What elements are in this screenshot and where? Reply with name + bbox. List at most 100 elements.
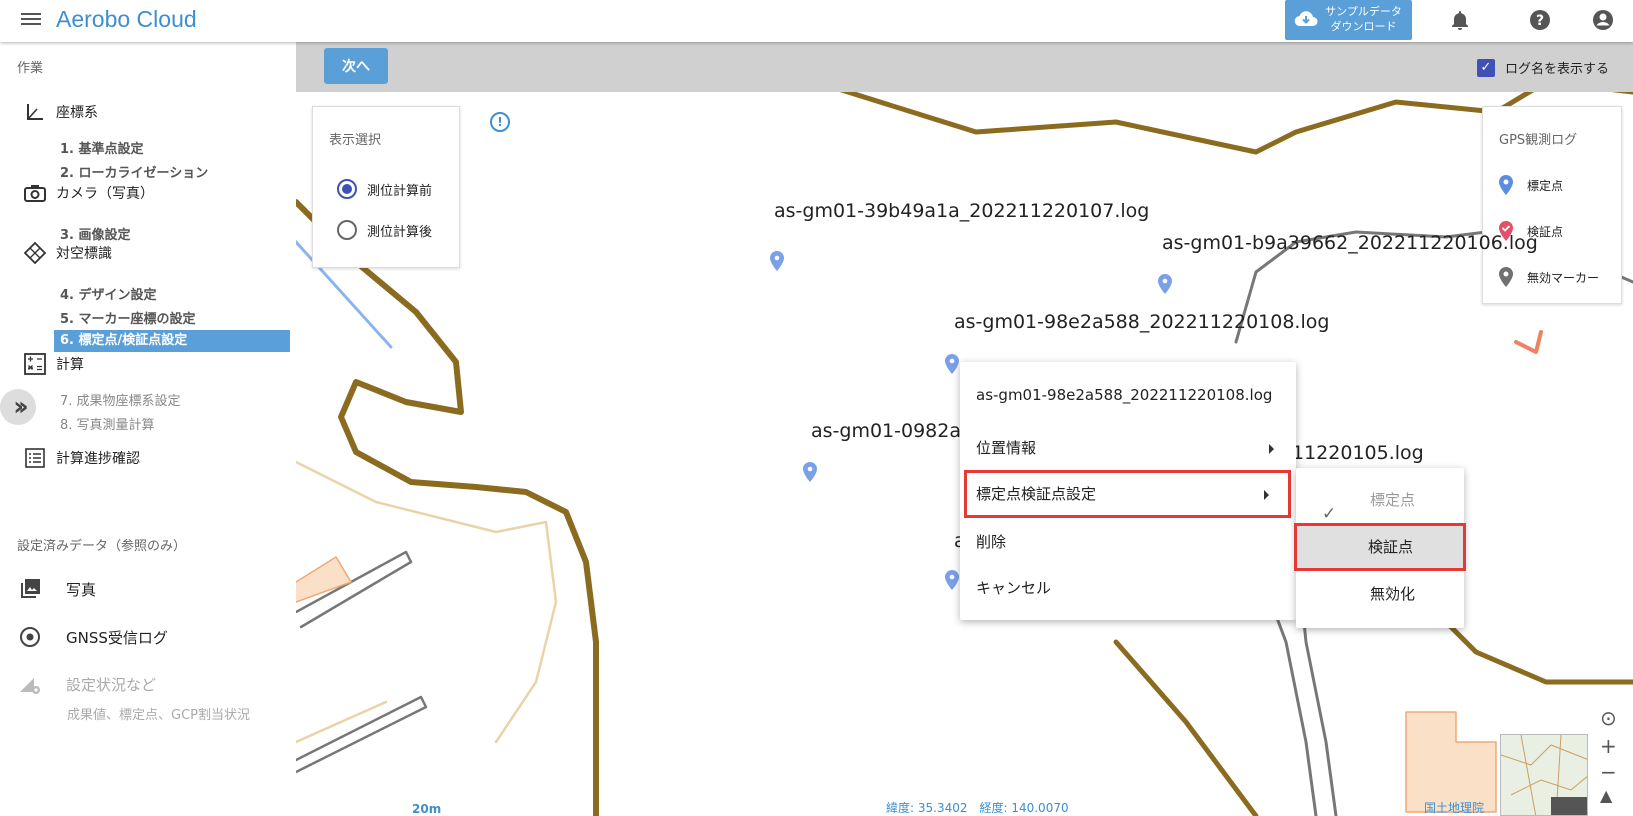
photo-icon — [21, 579, 40, 598]
submenu-label: 無効化 — [1370, 585, 1416, 603]
radio-selected-icon[interactable] — [337, 179, 357, 199]
zoom-out-icon[interactable]: − — [1600, 760, 1617, 784]
download-label-1: サンプルデータ — [1325, 5, 1402, 18]
calculator-icon — [24, 353, 46, 375]
cloud-download-icon — [1294, 11, 1318, 27]
map-label-log-4: as-gm01-0982ab — [811, 420, 974, 442]
download-label-2: ダウンロード — [1330, 20, 1397, 33]
overview-minimap[interactable] — [1500, 734, 1588, 816]
legend-item-gcp: 標定点 — [1499, 175, 1563, 195]
sidebar-item-marker-coords[interactable]: 5. マーカー座標の設定 — [60, 308, 196, 327]
sidebar-item-photogrammetry-calc[interactable]: 8. 写真測量計算 — [60, 414, 155, 433]
radio-label: 測位計算後 — [367, 224, 433, 240]
next-button[interactable]: 次へ — [324, 48, 388, 84]
checkbox-checked-icon[interactable]: ✓ — [1476, 58, 1495, 77]
submenu-item-gcp[interactable]: ✓ 標定点 — [1296, 476, 1464, 524]
legend-label: 標定点 — [1527, 178, 1564, 193]
group-calculation[interactable]: 計算 — [24, 353, 84, 375]
show-log-names-toggle[interactable]: ✓ ログ名を表示する — [1476, 58, 1609, 77]
sidebar-item-reference-point[interactable]: 1. 基準点設定 — [60, 138, 144, 157]
app-title: Aerobo Cloud — [56, 6, 197, 32]
submenu-label: 検証点 — [1368, 538, 1414, 556]
menu-item-gcp-checkpoint[interactable]: 標定点検証点設定 — [964, 470, 1291, 518]
submenu-label: 標定点 — [1370, 491, 1416, 509]
show-log-names-label: ログ名を表示する — [1504, 62, 1609, 77]
display-select-title: 表示選択 — [329, 133, 382, 148]
scale-bar: 20m — [412, 802, 441, 816]
menu-item-label: 位置情報 — [976, 439, 1037, 457]
group-label: 座標系 — [56, 105, 98, 121]
settings-chart-icon — [20, 678, 40, 694]
radio-before-calc[interactable]: 測位計算前 — [337, 179, 432, 199]
map-label-log-5: 11220105.log — [1292, 442, 1424, 464]
svg-text:?: ? — [1536, 13, 1544, 29]
minimap-image — [1501, 735, 1587, 815]
expand-sidebar-button[interactable]: ›› — [0, 389, 36, 425]
submenu-arrow-icon — [1269, 444, 1274, 454]
submenu-item-invalidate[interactable]: 無効化 — [1296, 570, 1464, 618]
help-icon[interactable]: ? — [1528, 8, 1552, 32]
legend-label: 無効マーカー — [1527, 270, 1600, 285]
zoom-in-icon[interactable]: + — [1600, 734, 1617, 758]
ref-note: 成果値、標定点、GCP割当状況 — [67, 708, 250, 723]
map-view[interactable]: 次へ ✓ ログ名を表示する 表示選択 測位計算前 測位計算後 ! GPS観測ログ… — [296, 42, 1633, 816]
radio-unselected-icon[interactable] — [337, 220, 357, 240]
group-label: 計算 — [56, 357, 84, 373]
bell-icon[interactable] — [1448, 8, 1472, 32]
account-icon[interactable] — [1591, 8, 1615, 32]
map-pin-blue-icon[interactable] — [770, 251, 784, 271]
locate-icon[interactable]: ⊙ — [1600, 706, 1617, 730]
group-coordinate-system[interactable]: 座標系 — [24, 101, 98, 123]
group-aerial-marker[interactable]: 対空標識 — [24, 242, 112, 264]
axis-icon — [27, 104, 43, 120]
sample-download-button[interactable]: サンプルデータ ダウンロード — [1285, 0, 1412, 40]
map-pin-blue-icon[interactable] — [1158, 274, 1172, 294]
double-chevron-right-icon: ›› — [13, 392, 29, 422]
submenu-arrow-icon — [1264, 490, 1269, 500]
map-pin-blue-icon[interactable] — [803, 462, 817, 482]
sidebar-item-localization[interactable]: 2. ローカライゼーション — [60, 162, 208, 181]
map-label-log-1: as-gm01-39b49a1a_202211220107.log — [774, 200, 1150, 222]
legend-title: GPS観測ログ — [1499, 133, 1578, 148]
ref-label: 設定状況など — [66, 675, 157, 694]
ref-label: GNSS受信ログ — [66, 628, 168, 647]
coordinate-readout: 緯度: 35.3402 経度: 140.0070 — [886, 801, 1069, 815]
menu-item-label: キャンセル — [976, 579, 1052, 597]
group-progress[interactable]: 計算進捗確認 — [24, 447, 140, 469]
submenu: ✓ 標定点 検証点 無効化 — [1294, 468, 1466, 628]
menu-item-delete[interactable]: 削除 — [960, 518, 1296, 566]
context-menu-title: as-gm01-98e2a588_202211220108.log — [976, 386, 1273, 404]
ref-item-photos[interactable]: 写真 — [18, 577, 96, 601]
menu-item-label: 削除 — [976, 533, 1007, 551]
sidebar-item-design-settings[interactable]: 4. デザイン設定 — [60, 284, 157, 303]
gps-log-legend: GPS観測ログ 標定点 検証点 無効マーカー — [1482, 106, 1622, 304]
context-menu: as-gm01-98e2a588_202211220108.log 位置情報 標… — [960, 362, 1296, 620]
top-app-bar: Aerobo Cloud サンプルデータ ダウンロード ? — [0, 0, 1633, 42]
ref-item-gnss-log[interactable]: GNSS受信ログ — [18, 625, 168, 649]
map-attribution[interactable]: 国土地理院 — [1424, 799, 1484, 816]
sidebar: 作業 座標系 1. 基準点設定 2. ローカライゼーション カメラ（写真） 3.… — [0, 42, 296, 816]
group-camera[interactable]: カメラ（写真） — [24, 182, 154, 204]
ref-label: 写真 — [66, 580, 97, 599]
sidebar-item-output-crs[interactable]: 7. 成果物座標系設定 — [60, 390, 181, 409]
radio-after-calc[interactable]: 測位計算後 — [337, 220, 432, 240]
info-icon[interactable]: ! — [490, 112, 510, 132]
camera-icon — [24, 185, 46, 202]
group-label: カメラ（写真） — [56, 186, 154, 202]
map-pin-blue-icon[interactable] — [945, 354, 959, 374]
menu-icon[interactable] — [21, 10, 41, 26]
map-pin-blue-icon[interactable] — [945, 570, 959, 590]
menu-item-location[interactable]: 位置情報 — [960, 424, 1296, 472]
legend-item-invalid: 無効マーカー — [1499, 267, 1599, 287]
radio-target-icon — [20, 627, 40, 647]
submenu-item-checkpoint[interactable]: 検証点 — [1294, 523, 1466, 571]
ref-item-settings-status[interactable]: 設定状況など — [18, 672, 156, 696]
target-diamond-icon — [24, 242, 46, 264]
sidebar-item-image-settings[interactable]: 3. 画像設定 — [60, 224, 131, 243]
compass-icon[interactable]: ▲ — [1600, 786, 1612, 805]
map-pin-gray-icon — [1499, 267, 1513, 287]
display-select-panel: 表示選択 測位計算前 測位計算後 — [312, 106, 460, 268]
menu-item-cancel[interactable]: キャンセル — [960, 564, 1296, 612]
radio-label: 測位計算前 — [367, 183, 433, 199]
sidebar-item-gcp-checkpoint[interactable]: 6. 標定点/検証点設定 — [54, 330, 290, 352]
